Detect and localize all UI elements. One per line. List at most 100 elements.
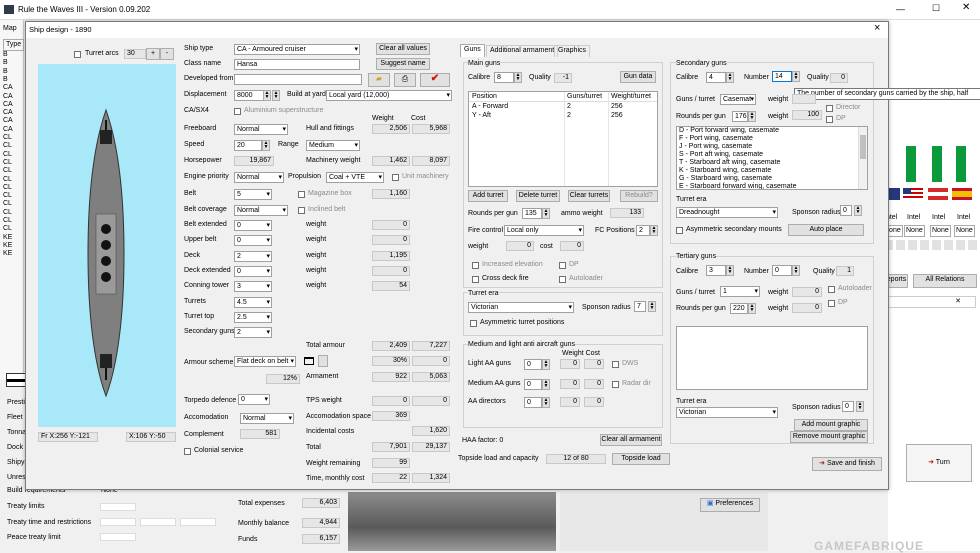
tet-sponson-input[interactable]: 0 xyxy=(842,401,854,412)
topside-button[interactable]: Topside load xyxy=(612,453,670,465)
list-item[interactable]: J - Port wing, casemate xyxy=(679,143,752,151)
aa-light-input[interactable]: 0 xyxy=(524,359,542,370)
mg-rounds-spin[interactable]: ▲ ▼ xyxy=(542,208,550,219)
list-item[interactable]: G - Starboard wing, casemate xyxy=(679,175,772,183)
sg-positions-list[interactable]: D - Port forward wing, casemate F - Port … xyxy=(676,126,868,190)
fc-positions-input[interactable]: 2 xyxy=(636,225,650,236)
aa-directors-spin[interactable]: ▲ ▼ xyxy=(542,397,550,408)
dialog-close-icon[interactable]: × xyxy=(874,23,880,34)
sg-number-spin[interactable]: ▲ ▼ xyxy=(792,71,800,82)
tet-sponson-spin[interactable]: ▲ ▼ xyxy=(856,401,864,412)
suggest-name-button[interactable]: Suggest name xyxy=(376,58,430,70)
deck-extended-select[interactable]: 0 xyxy=(234,266,272,277)
list-item[interactable]: K - Starboard wing, casemate xyxy=(679,167,771,175)
secondary-guns-select[interactable]: 2 xyxy=(234,327,272,338)
add-mount-graphic-button[interactable]: Add mount graphic xyxy=(794,419,868,431)
range-select[interactable]: Medium xyxy=(306,140,360,151)
cross-deck-checkbox[interactable] xyxy=(472,276,479,283)
list-item[interactable]: E - Starboard forward wing, casemate xyxy=(679,183,797,189)
open-folder-button[interactable]: ▰ xyxy=(368,73,390,87)
tg-rounds-input[interactable]: 220 xyxy=(730,303,748,314)
tab-guns[interactable]: Guns xyxy=(460,44,485,57)
sg-number-input[interactable]: 14 xyxy=(772,71,792,82)
arc-plus-button[interactable]: + xyxy=(146,48,160,60)
tg-positions-list[interactable] xyxy=(676,326,868,390)
fire-control-select[interactable]: Local only xyxy=(504,225,584,236)
propulsion-select[interactable]: Coal + VTE xyxy=(326,172,384,183)
tg-dp-checkbox[interactable] xyxy=(828,300,835,307)
all-relations-button[interactable]: All Relations xyxy=(913,274,977,288)
torpedo-select[interactable]: 0 xyxy=(238,394,270,405)
aa-medium-spin[interactable]: ▲ ▼ xyxy=(542,379,550,390)
ship-type-select[interactable]: CA - Armoured cruiser xyxy=(234,44,360,55)
turrets-select[interactable]: 4.5 xyxy=(234,297,272,308)
tes-era-select[interactable]: Dreadnought xyxy=(676,207,778,218)
minimize-icon[interactable]: — xyxy=(896,4,905,14)
clear-turrets-button[interactable]: Clear turrets xyxy=(568,190,610,202)
table-row[interactable]: Y - Aft 2 256 xyxy=(469,112,657,121)
list-item[interactable]: F - Port wing, casemate xyxy=(679,135,753,143)
inclined-belt-checkbox[interactable] xyxy=(298,207,305,214)
list-item[interactable]: S - Port aft wing, casemate xyxy=(679,151,763,159)
displacement-spin-down[interactable]: ▲ ▼ xyxy=(272,90,280,101)
tem-sponson-spin[interactable]: ▲ ▼ xyxy=(648,301,656,312)
freeboard-select[interactable]: Normal xyxy=(234,124,288,135)
increased-elev-checkbox[interactable] xyxy=(472,262,479,269)
belt-extended-select[interactable]: 0 xyxy=(234,220,272,231)
rebuild-button[interactable]: Rebuild? xyxy=(620,190,658,202)
mg-autoloader-checkbox[interactable] xyxy=(559,276,566,283)
sg-guns-turret-select[interactable]: Casemat xyxy=(720,94,756,105)
armour-scheme-button[interactable] xyxy=(318,355,328,367)
tg-calibre-input[interactable]: 3 xyxy=(706,265,726,276)
speed-spin[interactable]: ▲ ▼ xyxy=(262,140,270,151)
tem-era-select[interactable]: Victorian xyxy=(468,302,574,313)
belt-coverage-select[interactable]: Normal xyxy=(234,205,288,216)
deck-select[interactable]: 2 xyxy=(234,251,272,262)
turret-top-select[interactable]: 2.5 xyxy=(234,312,272,323)
map-tab[interactable]: Map xyxy=(3,24,17,34)
armour-scheme-select[interactable]: Flat deck on belt xyxy=(234,356,296,367)
colonial-checkbox[interactable] xyxy=(184,448,191,455)
sg-rounds-input[interactable]: 176 xyxy=(732,111,748,122)
tg-number-input[interactable]: 0 xyxy=(772,265,792,276)
developed-from-input[interactable] xyxy=(234,74,362,85)
tet-era-select[interactable]: Victorian xyxy=(676,407,778,418)
tg-autoloader-checkbox[interactable] xyxy=(828,286,835,293)
turret-arcs-checkbox[interactable] xyxy=(74,51,81,58)
preferences-button[interactable]: ▣ Preferences xyxy=(700,498,760,512)
displacement-spin-up[interactable]: ▲ ▼ xyxy=(263,90,271,101)
conning-select[interactable]: 3 xyxy=(234,281,272,292)
ship-graphic[interactable] xyxy=(38,64,176,427)
sg-director-checkbox[interactable] xyxy=(826,105,833,112)
fc-positions-spin[interactable]: ▲ ▼ xyxy=(650,225,658,236)
aluminium-checkbox[interactable] xyxy=(234,108,241,115)
displacement-input[interactable]: 8000 xyxy=(234,90,264,101)
save-finish-button[interactable]: ➜ Save and finish xyxy=(812,457,882,471)
engine-priority-select[interactable]: Normal xyxy=(234,172,284,183)
mg-rounds-input[interactable]: 135 xyxy=(522,208,542,219)
aa-radar-checkbox[interactable] xyxy=(612,381,619,388)
belt-select[interactable]: 5 xyxy=(234,189,272,200)
tem-asym-checkbox[interactable] xyxy=(470,320,477,327)
sg-calibre-spin[interactable]: ▲ ▼ xyxy=(726,72,734,83)
delete-turret-button[interactable]: Delete turret xyxy=(516,190,560,202)
sg-list-scrollbar[interactable] xyxy=(858,127,867,189)
tg-guns-turret-select[interactable]: 1 xyxy=(720,286,760,297)
print-button[interactable]: ⎙ xyxy=(394,73,416,87)
tes-sponson-spin[interactable]: ▲ ▼ xyxy=(854,205,862,216)
sg-rounds-spin[interactable]: ▲ ▼ xyxy=(748,111,756,122)
aa-light-spin[interactable]: ▲ ▼ xyxy=(542,359,550,370)
table-row[interactable]: A - Forward 2 256 xyxy=(469,103,657,112)
tes-sponson-input[interactable]: 0 xyxy=(840,205,852,216)
remove-mount-graphic-button[interactable]: Remove mount graphic xyxy=(790,431,868,443)
build-at-yard-select[interactable]: Local yard (12,000) xyxy=(326,90,452,101)
mg-calibre-input[interactable]: 8 xyxy=(494,72,514,83)
tab-additional-armament[interactable]: Additional armament xyxy=(486,45,559,57)
class-name-input[interactable]: Hansa xyxy=(234,59,360,70)
mg-calibre-spin[interactable]: ▲ ▼ xyxy=(514,72,522,83)
mg-dp-checkbox[interactable] xyxy=(559,262,566,269)
tg-rounds-spin[interactable]: ▲ ▼ xyxy=(748,303,756,314)
add-turret-button[interactable]: Add turret xyxy=(468,190,508,202)
magazine-box-checkbox[interactable] xyxy=(298,191,305,198)
tab-graphics[interactable]: Graphics xyxy=(554,45,591,57)
